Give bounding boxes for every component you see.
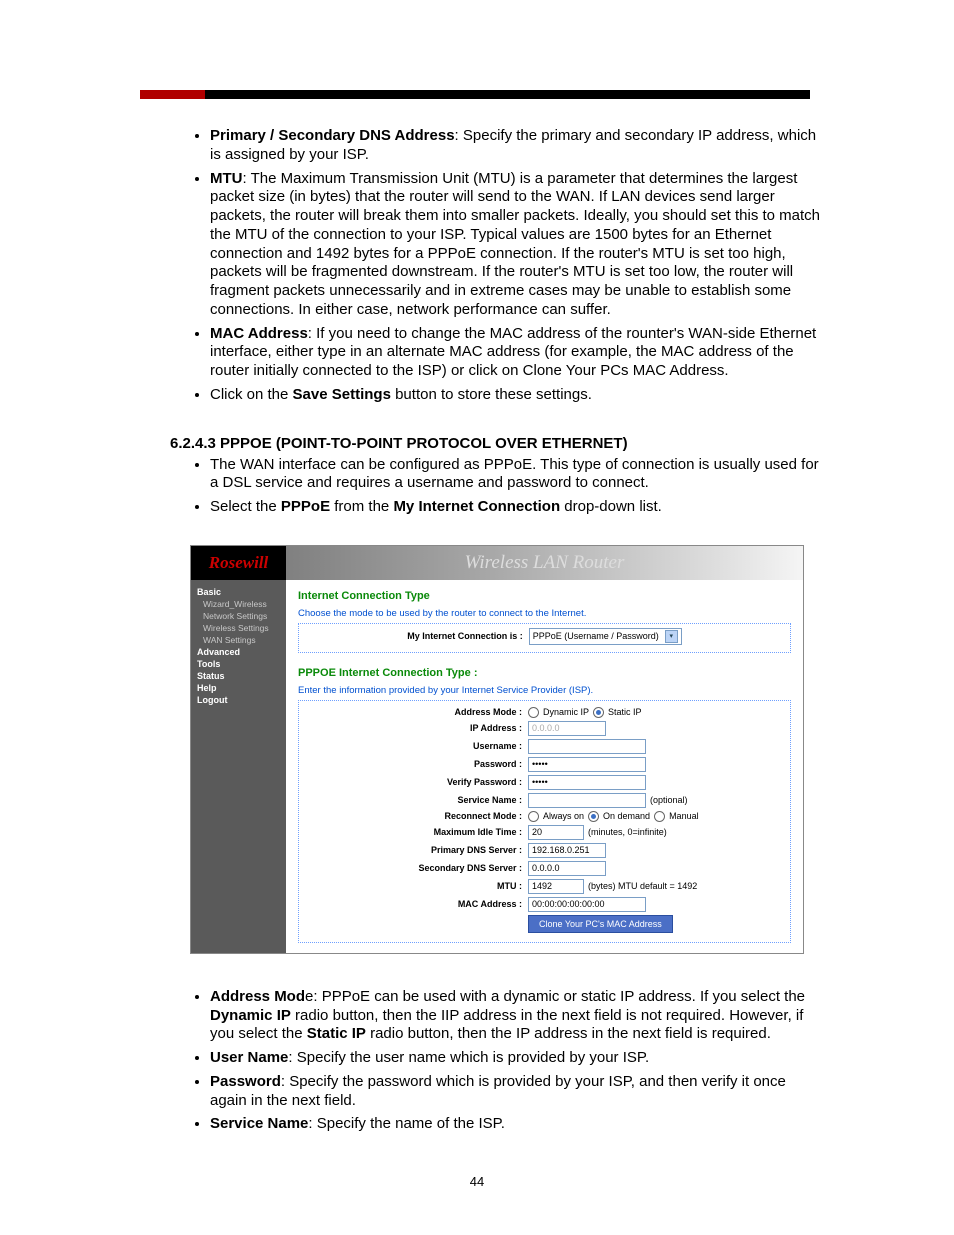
router-logo: Rosewill [191,546,286,580]
verify-password-label: Verify Password : [307,777,528,787]
mtu-input[interactable]: 1492 [528,879,584,894]
radio-on-demand[interactable] [588,811,599,822]
list-item: Click on the Save Settings button to sto… [210,386,824,405]
idle-time-label: Maximum Idle Time : [307,827,528,837]
nav-network-settings[interactable]: Network Settings [191,610,286,622]
chevron-down-icon: ▾ [665,630,678,643]
nav-wan-settings[interactable]: WAN Settings [191,634,286,646]
router-main: Internet Connection Type Choose the mode… [286,580,803,953]
ip-address-input[interactable]: 0.0.0.0 [528,721,606,736]
list-item: MTU: The Maximum Transmission Unit (MTU)… [210,170,824,320]
nav-help[interactable]: Help [191,682,286,694]
mac-address-input[interactable]: 00:00:00:00:00:00 [528,897,646,912]
section1-sub: Choose the mode to be used by the router… [298,608,791,619]
ip-address-label: IP Address : [307,723,528,733]
secondary-dns-input[interactable]: 0.0.0.0 [528,861,606,876]
list-item: User Name: Specify the user name which i… [210,1049,824,1068]
bullet-list-bottom: Address Mode: PPPoE can be used with a d… [170,988,824,1134]
section-heading: 6.2.4.3 PPPOE (POINT-TO-POINT PROTOCOL O… [170,435,824,452]
nav-advanced[interactable]: Advanced [191,646,286,658]
nav-wireless-settings[interactable]: Wireless Settings [191,622,286,634]
radio-always-on[interactable] [528,811,539,822]
primary-dns-input[interactable]: 192.168.0.251 [528,843,606,858]
header-bar [140,90,810,99]
section1-title: Internet Connection Type [298,590,791,602]
list-item: Select the PPPoE from the My Internet Co… [210,498,824,517]
username-input[interactable] [528,739,646,754]
mtu-label: MTU : [307,881,528,891]
router-nav: Basic Wizard_Wireless Network Settings W… [191,580,286,953]
list-item: MAC Address: If you need to change the M… [210,325,824,381]
nav-basic[interactable]: Basic [191,586,286,598]
list-item: Primary / Secondary DNS Address: Specify… [210,127,824,165]
page-number: 44 [0,1174,954,1189]
username-label: Username : [307,741,528,751]
section2-title: PPPOE Internet Connection Type : [298,667,791,679]
my-connection-select[interactable]: PPPoE (Username / Password) ▾ [529,628,682,645]
password-label: Password : [307,759,528,769]
nav-logout[interactable]: Logout [191,694,286,706]
mac-address-label: MAC Address : [307,899,528,909]
verify-password-input[interactable]: ••••• [528,775,646,790]
clone-mac-button[interactable]: Clone Your PC's MAC Address [528,915,673,933]
list-item: Service Name: Specify the name of the IS… [210,1115,824,1134]
nav-status[interactable]: Status [191,670,286,682]
router-screenshot: Rosewill Wireless LAN Router Basic Wizar… [190,545,804,954]
bullet-list-mid: The WAN interface can be configured as P… [170,456,824,517]
radio-manual[interactable] [654,811,665,822]
radio-dynamic-ip[interactable] [528,707,539,718]
header-accent [140,90,205,99]
idle-time-input[interactable]: 20 [528,825,584,840]
service-name-input[interactable] [528,793,646,808]
service-name-label: Service Name : [307,795,528,805]
address-mode-label: Address Mode : [307,707,528,717]
password-input[interactable]: ••••• [528,757,646,772]
list-item: Address Mode: PPPoE can be used with a d… [210,988,824,1044]
secondary-dns-label: Secondary DNS Server : [307,863,528,873]
list-item: The WAN interface can be configured as P… [210,456,824,494]
reconnect-mode-label: Reconnect Mode : [307,811,528,821]
list-item: Password: Specify the password which is … [210,1073,824,1111]
my-connection-label: My Internet Connection is : [407,631,529,641]
router-title: Wireless LAN Router [286,546,803,580]
section2-sub: Enter the information provided by your I… [298,685,791,696]
nav-tools[interactable]: Tools [191,658,286,670]
radio-static-ip[interactable] [593,707,604,718]
nav-wizard-wireless[interactable]: Wizard_Wireless [191,598,286,610]
primary-dns-label: Primary DNS Server : [307,845,528,855]
bullet-list-top: Primary / Secondary DNS Address: Specify… [170,127,824,405]
